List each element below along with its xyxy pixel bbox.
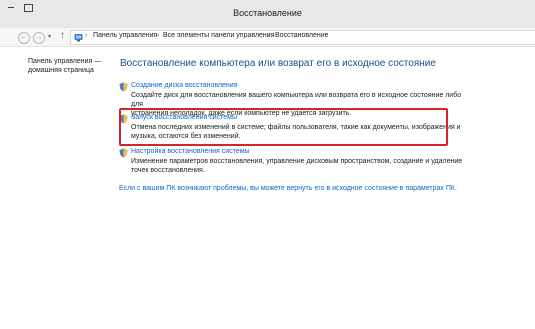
- highlight-frame: [119, 108, 448, 146]
- recent-locations-icon[interactable]: ▾: [48, 33, 51, 40]
- navigation-bar: ← → ▾ ↑ › Панель управления › Все элемен…: [0, 28, 535, 47]
- page-title: Восстановление компьютера или возврат ег…: [120, 58, 436, 69]
- window-title: Восстановление: [233, 8, 302, 18]
- breadcrumb-all-items[interactable]: Все элементы панели управления: [163, 32, 274, 39]
- breadcrumb-separator: ›: [85, 32, 88, 39]
- breadcrumb-separator[interactable]: ›: [268, 32, 270, 39]
- sidebar-home-link-line2[interactable]: домашняя страница: [28, 66, 118, 75]
- sidebar-home-link[interactable]: Панель управления — домашняя страница: [28, 57, 118, 75]
- breadcrumb-control-panel[interactable]: Панель управления: [93, 32, 157, 39]
- breadcrumb-separator[interactable]: ›: [157, 32, 159, 39]
- sidebar-home-link-line1[interactable]: Панель управления —: [28, 57, 118, 66]
- shield-icon: [119, 148, 128, 158]
- reset-pc-settings-link[interactable]: Если с вашим ПК возникают проблемы, вы м…: [119, 185, 457, 192]
- desc-line: точек восстановления.: [131, 167, 205, 174]
- forward-button[interactable]: →: [33, 32, 45, 44]
- configure-system-restore-desc: Изменение параметров восстановления, упр…: [131, 157, 471, 175]
- breadcrumb-recovery[interactable]: Восстановление: [275, 32, 329, 39]
- back-button[interactable]: ←: [18, 32, 30, 44]
- desc-line: Изменение параметров восстановления, упр…: [131, 158, 463, 165]
- desc-line: Создайте диск для восстановления вашего …: [131, 92, 462, 108]
- up-button[interactable]: ↑: [60, 30, 65, 41]
- configure-system-restore-link[interactable]: Настройка восстановления системы: [131, 148, 250, 155]
- control-panel-icon: [74, 34, 83, 42]
- shield-icon: [119, 82, 128, 92]
- create-recovery-drive-link[interactable]: Создание диска восстановления: [131, 82, 237, 89]
- title-bar: Восстановление: [0, 0, 535, 28]
- address-bar[interactable]: › Панель управления › Все элементы панел…: [70, 30, 535, 45]
